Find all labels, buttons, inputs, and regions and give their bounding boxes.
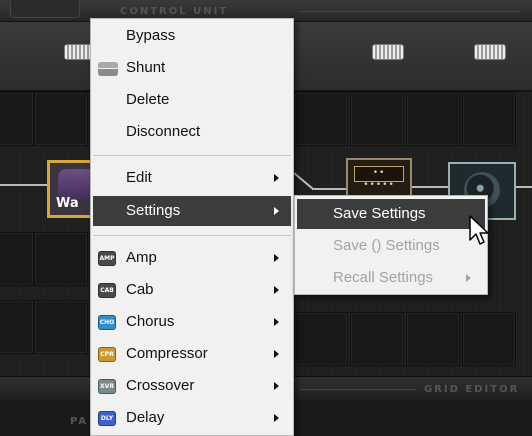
signal-cable [0, 184, 48, 186]
menu-item-delete[interactable]: Delete [93, 85, 291, 115]
grid-slot[interactable] [406, 92, 460, 146]
submenu-item-save-settings[interactable]: Save Settings [297, 199, 485, 229]
chevron-right-icon [274, 286, 279, 294]
menu-item-chorus[interactable]: CHO Chorus [93, 307, 291, 337]
footer-divider [300, 389, 416, 390]
menu-item-delay[interactable]: DLY Delay [93, 403, 291, 433]
amp-panel: •• ••••• [354, 166, 404, 190]
menu-item-label: Cab [126, 281, 154, 298]
submenu-item-save-named-settings: Save () Settings [297, 231, 485, 261]
menu-item-settings[interactable]: Settings [93, 196, 291, 226]
menu-item-label: Chorus [126, 313, 175, 330]
menu-item-label: Bypass [126, 27, 176, 44]
control-unit-title: CONTROL UNIT [120, 6, 229, 17]
bottom-panel-label: PA [70, 416, 89, 427]
chevron-right-icon [274, 318, 279, 326]
context-menu: Bypass Shunt Delete Disconnect Edit Sett… [90, 18, 294, 436]
signal-cable [516, 186, 532, 188]
grid-slot[interactable] [34, 300, 88, 354]
grid-slot[interactable] [34, 232, 88, 286]
delay-icon: DLY [98, 411, 116, 426]
grid-slot[interactable] [0, 92, 34, 146]
menu-item-edit[interactable]: Edit [93, 163, 291, 193]
grid-editor-title: GRID EDITOR [424, 384, 520, 395]
grid-slot[interactable] [350, 312, 404, 366]
chevron-right-icon [274, 414, 279, 422]
switch-toggle[interactable] [372, 44, 404, 60]
grid-slot[interactable] [462, 312, 516, 366]
cab-icon: CAB [98, 283, 116, 298]
chevron-right-icon [274, 174, 279, 182]
mouse-cursor-icon [469, 215, 489, 245]
compressor-icon: CPR [98, 347, 116, 362]
effect-block-label: Wa [56, 196, 79, 211]
grid-slot[interactable] [406, 312, 460, 366]
submenu-item-label: Save Settings [333, 205, 426, 222]
menu-item-compressor[interactable]: CPR Compressor [93, 339, 291, 369]
menu-separator [93, 155, 291, 156]
submenu-item-label: Recall Settings [333, 269, 434, 286]
grid-slot[interactable] [0, 232, 34, 286]
header-divider [300, 11, 520, 12]
grid-slot[interactable] [294, 312, 348, 366]
grid-slot[interactable] [0, 300, 34, 354]
chevron-right-icon [274, 207, 279, 215]
grid-slot[interactable] [350, 92, 404, 146]
menu-item-label: Disconnect [126, 123, 201, 140]
submenu-item-label: Save () Settings [333, 237, 440, 254]
menu-item-crossover[interactable]: XVR Crossover [93, 371, 291, 401]
menu-item-shunt[interactable]: Shunt [93, 53, 291, 83]
submenu-item-recall-settings: Recall Settings [297, 263, 485, 293]
chorus-icon: CHO [98, 315, 116, 330]
chevron-right-icon [466, 274, 471, 282]
settings-submenu: Save Settings Save () Settings Recall Se… [294, 195, 488, 295]
signal-cable [312, 188, 348, 190]
switch-toggle[interactable] [474, 44, 506, 60]
menu-item-disconnect[interactable]: Disconnect [93, 117, 291, 147]
menu-item-bypass[interactable]: Bypass [93, 21, 291, 51]
crossover-icon: XVR [98, 379, 116, 394]
menu-item-label: Crossover [126, 377, 195, 394]
grid-slot[interactable] [294, 92, 348, 146]
signal-cable [412, 186, 448, 188]
chevron-right-icon [274, 382, 279, 390]
grid-slot[interactable] [34, 92, 88, 146]
chevron-right-icon [274, 254, 279, 262]
control-unit-tab[interactable] [10, 0, 80, 18]
amp-icon: AMP [98, 251, 116, 266]
menu-item-cab[interactable]: CAB Cab [93, 275, 291, 305]
menu-item-label: Compressor [126, 345, 208, 362]
grid-slot[interactable] [462, 92, 516, 146]
chevron-right-icon [274, 350, 279, 358]
menu-item-label: Delete [126, 91, 170, 108]
shunt-icon [98, 62, 118, 76]
menu-item-label: Amp [126, 249, 157, 266]
menu-item-label: Delay [126, 409, 165, 426]
menu-item-label: Shunt [126, 59, 166, 76]
menu-item-label: Edit [126, 169, 152, 186]
menu-separator [93, 235, 291, 236]
menu-item-label: Settings [126, 202, 181, 219]
menu-item-amp[interactable]: AMP Amp [93, 243, 291, 273]
